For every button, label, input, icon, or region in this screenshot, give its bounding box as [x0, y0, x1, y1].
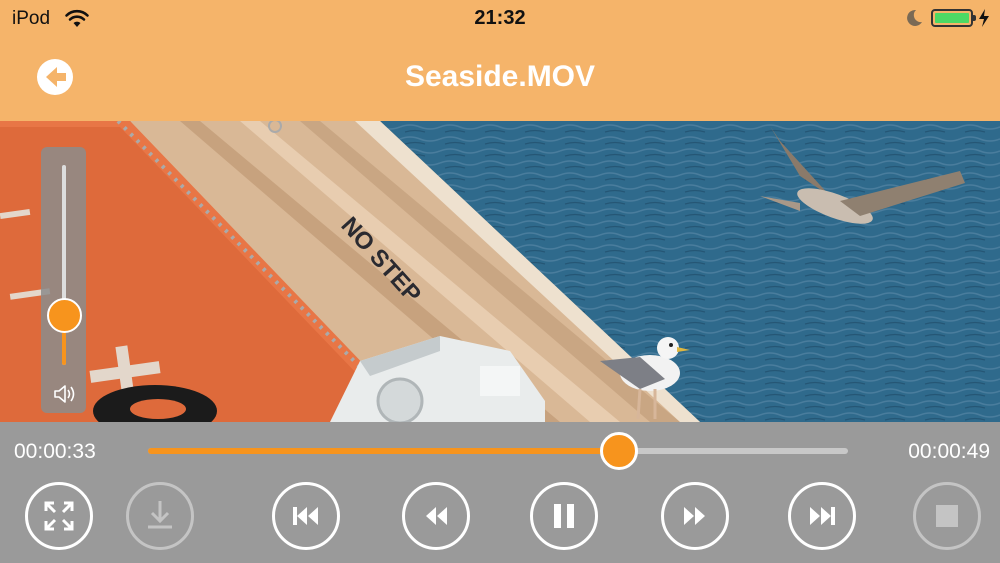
fullscreen-icon — [44, 501, 74, 531]
status-bar: iPod 21:32 — [0, 0, 1000, 36]
rewind-button[interactable] — [402, 482, 470, 550]
volume-slider[interactable] — [41, 147, 86, 413]
current-time: 00:00:33 — [14, 440, 96, 463]
skip-forward-icon — [810, 507, 835, 525]
volume-knob[interactable] — [47, 297, 82, 333]
skip-back-icon — [293, 507, 318, 525]
speaker-icon — [54, 385, 75, 403]
pause-button[interactable] — [530, 482, 598, 550]
seek-progress — [148, 448, 620, 454]
status-time: 21:32 — [474, 7, 526, 29]
rewind-icon — [426, 507, 447, 525]
fast-forward-icon — [684, 507, 705, 525]
charging-bolt-icon — [979, 9, 989, 27]
fullscreen-button[interactable] — [25, 482, 93, 550]
video-scene-image: NO STEP — [0, 121, 1000, 422]
skip-back-button[interactable] — [272, 482, 340, 550]
battery-icon — [931, 9, 976, 27]
video-frame[interactable]: NO STEP — [0, 121, 1000, 422]
seek-knob[interactable] — [600, 432, 639, 470]
player-controls: 00:00:33 00:00:49 — [0, 422, 1000, 563]
moon-icon — [907, 9, 922, 26]
stop-button[interactable] — [913, 482, 981, 550]
battery-level — [935, 13, 969, 23]
total-time: 00:00:49 — [908, 440, 990, 463]
fast-forward-button[interactable] — [661, 482, 729, 550]
seek-bar[interactable] — [148, 432, 848, 470]
skip-forward-button[interactable] — [788, 482, 856, 550]
top-bar: iPod 21:32 Seaside.MOV — [0, 0, 1000, 121]
pause-icon — [554, 504, 574, 528]
stop-icon — [936, 505, 958, 527]
download-button[interactable] — [126, 482, 194, 550]
download-icon — [148, 501, 172, 529]
video-title: Seaside.MOV — [404, 60, 596, 93]
